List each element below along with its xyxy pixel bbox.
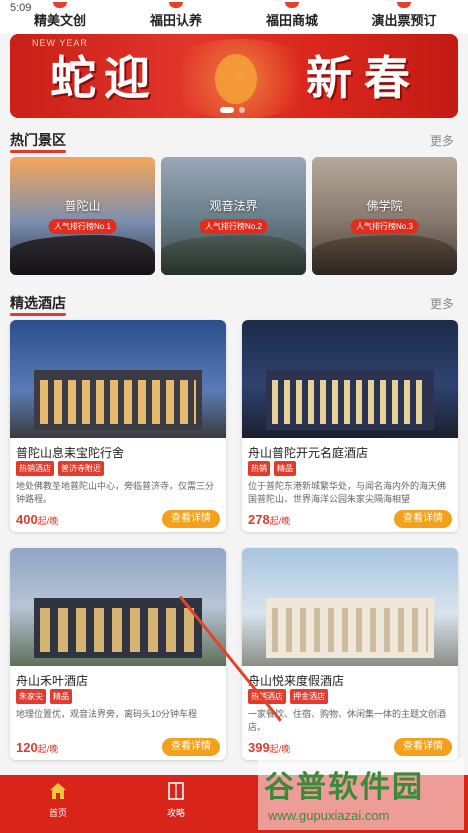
banner-dot[interactable] [239, 107, 245, 113]
hotel-price: 278起/晚 [248, 512, 290, 527]
hotel-tag: 押金酒店 [290, 689, 328, 704]
hotel-description: 地处佛教圣地普陀山中心，旁临普济寺，仅需三分钟路程。 [16, 481, 215, 504]
price-unit: 起/晚 [269, 744, 291, 754]
view-details-button[interactable]: 查看详情 [162, 738, 220, 756]
hotel-name: 普陀山息耒宝陀行舍 [16, 446, 125, 460]
spot-hill [312, 235, 457, 275]
spot-card[interactable]: 佛学院 人气排行榜No.3 [312, 157, 457, 275]
hotel-tags: 热销酒店 普济寺附近 [16, 461, 104, 476]
hotel-windows [40, 608, 196, 652]
hotel-price: 120起/晚 [16, 740, 58, 755]
hotel-windows [40, 380, 196, 424]
rank-badge: 人气排行榜No.1 [48, 219, 117, 234]
hotel-tag: 热销 [248, 461, 270, 476]
nav-adopt-icon [169, 2, 183, 8]
hotel-photo [10, 320, 226, 438]
watermark-url: www.gupuxiazai.com [268, 808, 390, 823]
hotel-description: 地理位置优，观音法界旁，离码头10分钟车程 [16, 709, 198, 719]
nav-mall-icon [285, 2, 299, 8]
hotel-windows [272, 608, 428, 652]
hotel-tag: 朱家尖 [16, 689, 46, 704]
tab-label: 攻略 [166, 808, 185, 818]
hotel-photo [10, 548, 226, 666]
price-value: 120 [16, 740, 38, 755]
watermark-title: 谷普软件园 [264, 771, 424, 804]
price-value: 278 [248, 512, 270, 527]
hotel-card[interactable]: 舟山悦来度假酒店 热销酒店 押金酒店 一家餐饮、住宿、购物、休闲集一体的主题文创… [242, 548, 458, 760]
nav-label: 演出票预订 [371, 13, 437, 28]
hotel-tag: 普济寺附近 [58, 461, 104, 476]
view-details-button[interactable]: 查看详情 [394, 738, 452, 756]
banner-title-right: 新春 [306, 51, 422, 105]
rank-badge: 人气排行榜No.3 [350, 219, 419, 234]
hotel-tags: 朱家尖 精品 [16, 689, 72, 704]
hotel-name: 舟山普陀开元名庭酒店 [248, 446, 369, 460]
nav-label: 福田商城 [265, 13, 318, 28]
price-unit: 起/晚 [37, 744, 59, 754]
hotel-tag: 热销酒店 [16, 461, 54, 476]
tab-home[interactable]: 首页 [18, 781, 98, 819]
hotel-card[interactable]: 舟山普陀开元名庭酒店 热销 精品 位于普陀东港新城繁华处，与闻名海内外的海天佛国… [242, 320, 458, 532]
more-link[interactable]: 更多 [430, 295, 454, 312]
nav-item-tickets[interactable]: 演出票预订 [356, 2, 452, 29]
spot-card[interactable]: 普陀山 人气排行榜No.1 [10, 157, 155, 275]
watermark: 谷普软件园 www.gupuxiazai.com [258, 758, 464, 830]
section-title: 热门景区 [10, 132, 66, 153]
rank-badge: 人气排行榜No.2 [199, 219, 268, 234]
hotel-name: 舟山悦来度假酒店 [248, 674, 345, 688]
banner-dot-active[interactable] [220, 107, 234, 113]
hotel-price: 400起/晚 [16, 512, 58, 527]
hotel-card[interactable]: 舟山禾叶酒店 朱家尖 精品 地理位置优，观音法界旁，离码头10分钟车程 120起… [10, 548, 226, 760]
price-value: 400 [16, 512, 38, 527]
hotel-tag: 精品 [274, 461, 296, 476]
view-details-button[interactable]: 查看详情 [162, 510, 220, 528]
nav-label: 福田认养 [149, 13, 202, 28]
hotel-photo [242, 548, 458, 666]
hotel-description: 位于普陀东港新城繁华处，与闻名海内外的海天佛国普陀山、世界海洋公园朱家尖隔海相望 [248, 481, 447, 504]
hotel-photo [242, 320, 458, 438]
nav-item-wenchuang[interactable]: 精美文创 [12, 2, 108, 29]
spot-name: 佛学院 [366, 199, 403, 213]
hotel-windows [272, 380, 428, 424]
spot-hill [161, 235, 306, 275]
spot-name: 普陀山 [64, 199, 101, 213]
hotel-tag: 精品 [50, 689, 72, 704]
hotel-price: 399起/晚 [248, 740, 290, 755]
tab-label: 首页 [48, 808, 67, 818]
nav-wenchuang-icon [53, 2, 67, 8]
hot-spots-header: 热门景区 更多 [10, 130, 458, 153]
tab-guide[interactable]: 攻略 [136, 781, 216, 819]
book-icon [168, 782, 184, 800]
nav-item-futian-mall[interactable]: 福田商城 [244, 2, 340, 29]
lantern-icon [215, 54, 257, 104]
more-link[interactable]: 更多 [430, 132, 454, 149]
nav-item-futian-adopt[interactable]: 福田认养 [128, 2, 224, 29]
top-nav: 5:09 精美文创 福田认养 福田商城 演出票预订 [0, 0, 468, 34]
price-unit: 起/晚 [269, 516, 291, 526]
hotel-card[interactable]: 普陀山息耒宝陀行舍 热销酒店 普济寺附近 地处佛教圣地普陀山中心，旁临普济寺，仅… [10, 320, 226, 532]
spot-name: 观音法界 [209, 199, 258, 213]
home-icon [50, 783, 66, 799]
hot-spots-list: 普陀山 人气排行榜No.1 观音法界 人气排行榜No.2 佛学院 人气排行榜No… [10, 157, 458, 275]
nav-tickets-icon [397, 2, 411, 8]
price-unit: 起/晚 [37, 516, 59, 526]
banner-title-left: 蛇迎 [50, 51, 158, 105]
promo-banner[interactable]: NEW YEAR 蛇迎 新春 [10, 34, 458, 118]
nav-label: 精美文创 [33, 13, 86, 28]
section-title: 精选酒店 [10, 295, 66, 316]
banner-pagination [220, 107, 245, 113]
spot-hill [10, 235, 155, 275]
spot-card[interactable]: 观音法界 人气排行榜No.2 [161, 157, 306, 275]
hotels-header: 精选酒店 更多 [10, 293, 458, 316]
price-value: 399 [248, 740, 270, 755]
hotel-name: 舟山禾叶酒店 [16, 674, 89, 688]
hotel-tags: 热销 精品 [248, 461, 296, 476]
view-details-button[interactable]: 查看详情 [394, 510, 452, 528]
